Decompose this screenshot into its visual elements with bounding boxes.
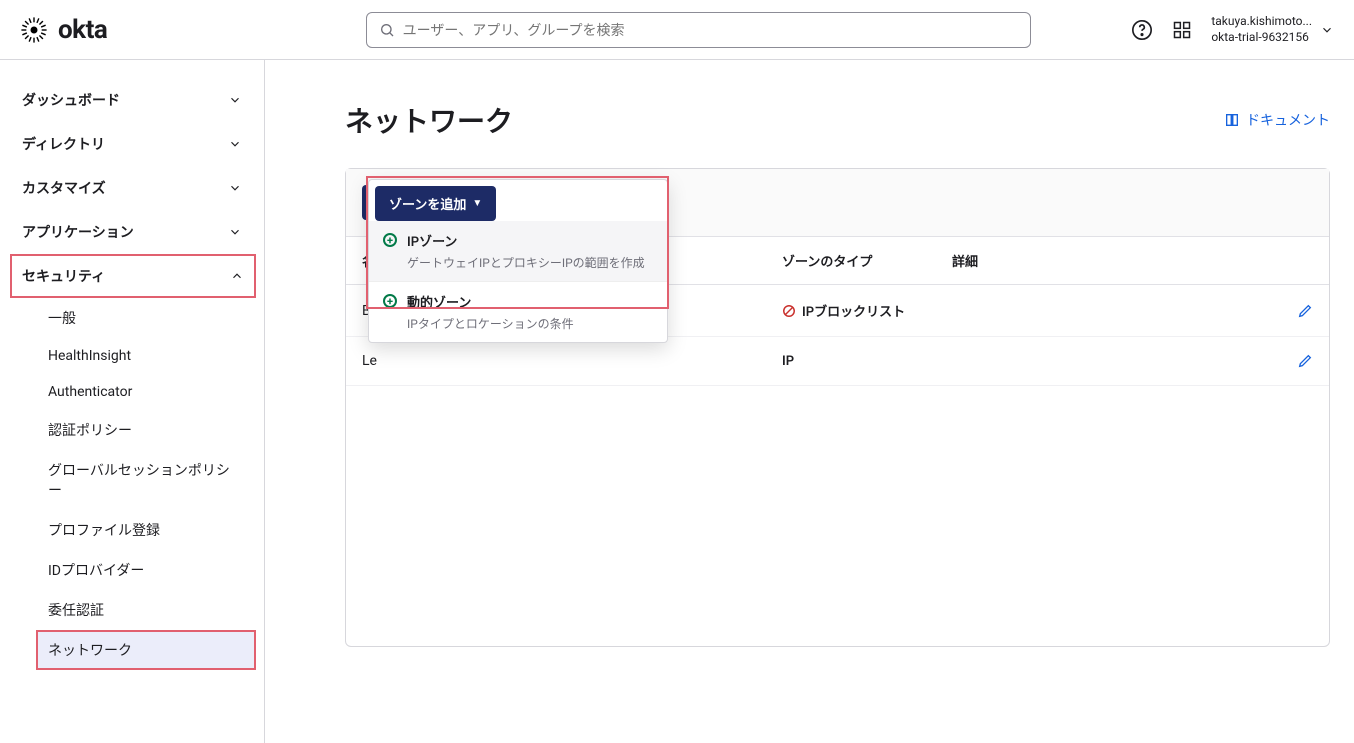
chevron-down-icon <box>228 93 242 107</box>
okta-sun-icon <box>20 16 48 44</box>
chevron-down-icon <box>1320 23 1334 37</box>
chevron-down-icon <box>228 181 242 195</box>
chevron-down-icon <box>228 137 242 151</box>
edit-button[interactable] <box>1297 353 1313 369</box>
dropdown-item-title: IPゾーン <box>407 231 645 250</box>
sidebar-item-directory[interactable]: ディレクトリ <box>0 122 264 166</box>
sidebar-item-label: アプリケーション <box>22 222 134 242</box>
sidebar-sub-network[interactable]: ネットワーク <box>36 630 256 670</box>
main: ネットワーク ドキュメント ゾーンを追加 ▼ 名 ゾーンのタイプ 詳細 Bl <box>265 60 1354 743</box>
brand-text: okta <box>58 15 107 45</box>
apps-icon <box>1172 20 1192 40</box>
row-type: IPブロックリスト <box>782 301 952 320</box>
col-type: ゾーンのタイプ <box>782 251 952 270</box>
add-zone-button-open[interactable]: ゾーンを追加 ▼ <box>375 186 496 221</box>
apps-button[interactable] <box>1171 19 1193 41</box>
dropdown-item-desc: ゲートウェイIPとプロキシーIPの範囲を作成 <box>407 254 645 271</box>
search-input[interactable] <box>403 22 1018 38</box>
user-text: takuya.kishimoto... okta-trial-9632156 <box>1211 14 1312 45</box>
row-name: Le <box>362 353 782 369</box>
sidebar-item-label: ダッシュボード <box>22 90 120 110</box>
user-name: takuya.kishimoto... <box>1211 14 1312 30</box>
dropdown-item-ip-zone[interactable]: + IPゾーン ゲートウェイIPとプロキシーIPの範囲を作成 <box>369 221 667 281</box>
doc-link-label: ドキュメント <box>1246 110 1330 130</box>
header-right: takuya.kishimoto... okta-trial-9632156 <box>1131 14 1334 45</box>
chevron-up-icon <box>230 269 244 283</box>
add-zone-label: ゾーンを追加 <box>389 194 466 213</box>
row-type-label: IPブロックリスト <box>802 301 905 320</box>
sidebar-sub-global-session[interactable]: グローバルセッションポリシー <box>0 450 264 510</box>
zones-panel: ゾーンを追加 ▼ 名 ゾーンのタイプ 詳細 Bl IPブロックリスト <box>345 168 1330 647</box>
sidebar-item-customize[interactable]: カスタマイズ <box>0 166 264 210</box>
table-row: Le IP <box>346 337 1329 386</box>
dropdown-item-desc: IPタイプとロケーションの条件 <box>407 315 574 332</box>
sidebar-sub-profile-reg[interactable]: プロファイル登録 <box>0 510 264 550</box>
logo[interactable]: okta <box>20 15 265 45</box>
doc-link[interactable]: ドキュメント <box>1224 110 1330 130</box>
chevron-down-icon <box>228 225 242 239</box>
book-icon <box>1224 112 1240 128</box>
block-icon <box>782 304 796 318</box>
sidebar-sub-auth-policy[interactable]: 認証ポリシー <box>0 410 264 450</box>
sidebar-sub-id-provider[interactable]: IDプロバイダー <box>0 550 264 590</box>
add-zone-dropdown: ゾーンを追加 ▼ + IPゾーン ゲートウェイIPとプロキシーIPの範囲を作成 … <box>368 179 668 343</box>
search-icon <box>379 22 395 38</box>
sidebar-item-applications[interactable]: アプリケーション <box>0 210 264 254</box>
pencil-icon <box>1297 303 1313 319</box>
sidebar-item-label: ディレクトリ <box>22 134 105 154</box>
header: okta takuya.kishimoto... okta-trial-9632… <box>0 0 1354 60</box>
caret-down-icon: ▼ <box>472 198 482 209</box>
sidebar-sub-delegated-auth[interactable]: 委任認証 <box>0 590 264 630</box>
dropdown-item-dynamic-zone[interactable]: + 動的ゾーン IPタイプとロケーションの条件 <box>369 281 667 342</box>
help-icon <box>1131 19 1153 41</box>
search-box[interactable] <box>366 12 1031 48</box>
row-type: IP <box>782 354 952 369</box>
sidebar-item-security[interactable]: セキュリティ <box>10 254 256 298</box>
search-wrap <box>281 12 1115 48</box>
sidebar: ダッシュボード ディレクトリ カスタマイズ アプリケーション セキュリティ 一般… <box>0 60 265 743</box>
row-type-label: IP <box>782 354 794 369</box>
edit-button[interactable] <box>1297 303 1313 319</box>
sidebar-sub-authenticator[interactable]: Authenticator <box>0 374 264 410</box>
plus-circle-icon: + <box>383 294 397 308</box>
plus-circle-icon: + <box>383 233 397 247</box>
sidebar-item-label: カスタマイズ <box>22 178 106 198</box>
dropdown-item-title: 動的ゾーン <box>407 292 574 311</box>
pencil-icon <box>1297 353 1313 369</box>
sidebar-sub-healthinsight[interactable]: HealthInsight <box>0 338 264 374</box>
user-org: okta-trial-9632156 <box>1211 30 1312 46</box>
sidebar-item-label: セキュリティ <box>22 266 105 286</box>
page-title: ネットワーク <box>345 100 513 140</box>
sidebar-item-dashboard[interactable]: ダッシュボード <box>0 78 264 122</box>
help-button[interactable] <box>1131 19 1153 41</box>
col-detail: 詳細 <box>952 251 1313 270</box>
sidebar-sub-general[interactable]: 一般 <box>0 298 264 338</box>
user-menu[interactable]: takuya.kishimoto... okta-trial-9632156 <box>1211 14 1334 45</box>
